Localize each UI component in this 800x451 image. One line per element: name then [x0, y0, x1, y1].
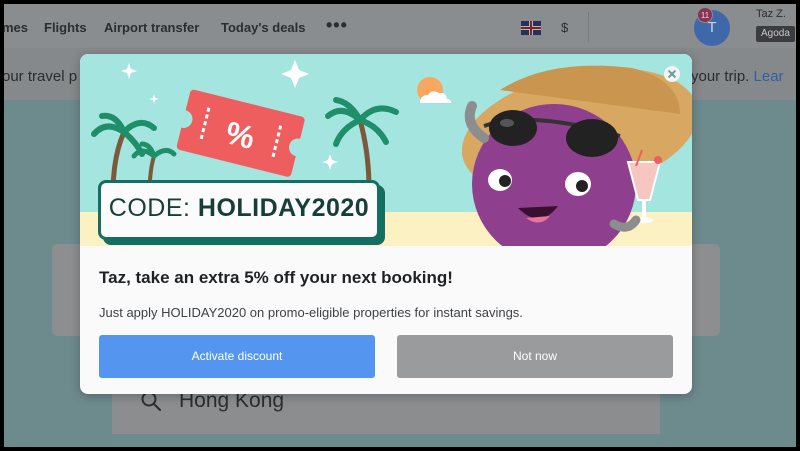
- browser-viewport: mes Flights Airport transfer Today's dea…: [4, 4, 796, 447]
- banner-text: our travel p: [4, 68, 78, 85]
- currency-selector[interactable]: $: [561, 20, 568, 35]
- uk-flag-icon[interactable]: [521, 21, 541, 35]
- promo-code-value: HOLIDAY2020: [197, 194, 370, 222]
- nav-item-homes[interactable]: mes: [4, 20, 28, 35]
- banner-right-text: your trip.: [691, 68, 754, 85]
- more-menu-icon[interactable]: •••: [326, 15, 348, 36]
- modal-title: Taz, take an extra 5% off your next book…: [99, 268, 453, 287]
- learn-more-link[interactable]: Lear: [754, 68, 784, 85]
- nav-divider: [588, 12, 589, 42]
- modal-description: Just apply HOLIDAY2020 on promo-eligible…: [99, 305, 523, 320]
- not-now-button[interactable]: Not now: [397, 335, 673, 378]
- promo-code-box: CODE: HOLIDAY2020: [98, 180, 380, 240]
- promo-code-label: CODE:: [108, 194, 198, 222]
- banner-text-right: your trip. Lear: [691, 68, 784, 85]
- notification-badge: 11: [697, 7, 713, 23]
- activate-discount-button[interactable]: Activate discount: [99, 335, 375, 378]
- user-tag-badge: Agoda: [756, 26, 795, 42]
- promo-code: CODE: HOLIDAY2020: [101, 194, 377, 223]
- user-name[interactable]: Taz Z.: [756, 8, 786, 20]
- promo-modal: % CODE: HOLIDAY2020 Taz, take an extra 5…: [80, 54, 692, 394]
- top-navigation: mes Flights Airport transfer Today's dea…: [4, 4, 796, 48]
- nav-item-airport-transfer[interactable]: Airport transfer: [104, 20, 199, 35]
- close-icon[interactable]: [664, 66, 680, 82]
- nav-item-todays-deals[interactable]: Today's deals: [221, 20, 306, 35]
- nav-item-flights[interactable]: Flights: [44, 20, 87, 35]
